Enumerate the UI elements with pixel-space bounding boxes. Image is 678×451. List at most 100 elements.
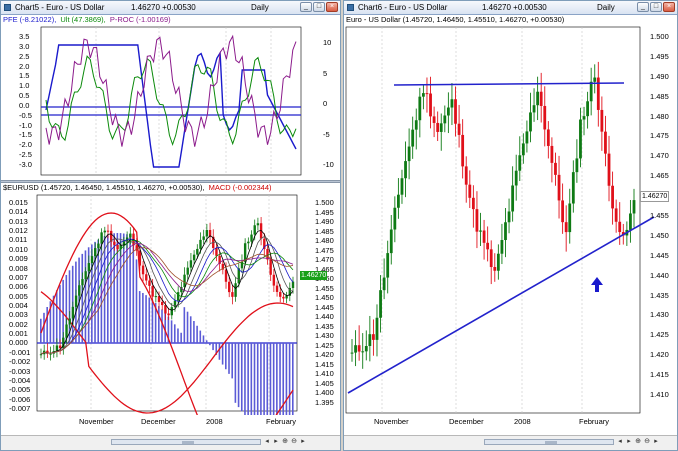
price-candle-body [138,250,142,266]
axis-tick-label: -0.003 [9,366,31,376]
right-scrollbar[interactable] [484,439,614,445]
price-candle-body [407,146,411,162]
left-title-bar[interactable]: Chart5 - Euro - US Dollar 1.46270 +0.005… [1,1,340,15]
scroll-right-icon[interactable]: ▸ [625,438,633,446]
price-candle-body [586,101,589,117]
axis-tick-label: 1.400 [315,388,334,398]
price-candle-body [618,221,622,233]
axis-tick-label: 1.500 [315,198,334,207]
macd-histogram-bar [212,343,214,351]
left-date-axis: November December 2008 February [1,416,340,428]
axis-tick-label: -0.006 [9,394,31,404]
price-candle-body [84,271,87,280]
scroll-end-icon[interactable]: ▸ [652,438,660,446]
macd-histogram-bar [189,316,192,343]
axis-tick-label: 1.410 [650,390,669,399]
zoom-out-icon[interactable]: ⊖ [643,438,651,446]
price-candle-body [106,230,110,232]
price-candle-body [90,256,94,264]
right-window-period: Daily [597,3,615,12]
price-candle-body [58,345,62,349]
price-candle-body [145,274,148,281]
macd-histogram-bar [234,343,237,403]
price-candle-body [350,352,354,354]
axis-tick-label: 1.455 [650,211,669,220]
price-candle-body [243,243,247,262]
axis-tick-label: -0.007 [9,404,31,413]
axis-tick-label: -0.005 [9,385,31,395]
macd-histogram-bar [266,343,269,415]
main-price-panel[interactable]: Euro - US Dollar (1.45720, 1.46450, 1.45… [344,15,677,416]
date-axis-label: November [374,417,409,426]
price-candle-body [471,197,475,210]
minimize-icon[interactable]: _ [637,2,649,12]
maximize-icon[interactable]: □ [313,2,325,12]
macd-histogram-bar [256,343,259,415]
macd-histogram-bar [263,343,265,415]
price-candle-body [129,233,132,238]
scroll-left-icon[interactable]: ◂ [263,438,271,446]
maximize-icon[interactable]: □ [650,2,662,12]
price-candle-body [404,161,407,179]
left-scrollbar[interactable] [111,439,261,445]
price-candle-body [593,77,597,82]
macd-histogram-bar [240,343,243,412]
macd-histogram-bar [129,235,131,343]
close-icon[interactable]: × [326,2,338,12]
zoom-in-icon[interactable]: ⊕ [281,438,289,446]
macd-histogram-bar [285,343,288,415]
axis-tick-label: -10 [323,160,334,169]
macd-histogram-bar [218,343,221,360]
price-candle-body [231,292,234,297]
axis-tick-label: 1.445 [315,302,334,312]
price-candle-body [199,239,202,249]
right-window-price: 1.46270 +0.00530 [482,3,547,12]
axis-tick-label: 1.405 [315,378,334,388]
axis-tick-label: 1.430 [315,331,334,341]
scroll-left-icon[interactable]: ◂ [616,438,624,446]
macd-histogram-bar [100,237,103,343]
price-candle-body [464,166,468,185]
axis-tick-label: -0.5 [19,110,32,120]
oscillator-panel[interactable]: PFE (-8.21022), Ult (47.3869), P-ROC (-1.00… [1,15,340,180]
axis-tick-label: 1.495 [650,51,669,61]
price-candle-body [557,174,561,201]
axis-tick-label: 0.006 [9,282,28,292]
axis-tick-label: 1.480 [315,236,334,246]
zoom-in-icon[interactable]: ⊕ [634,438,642,446]
price-candle-body [375,317,379,340]
macd-histogram-bar [132,236,135,343]
left-scroll-thumb[interactable] [182,441,194,444]
left-window-period: Daily [251,3,269,12]
right-title-bar[interactable]: Chart6 - Euro - US Dollar 1.46270 +0.005… [344,1,677,15]
minimize-icon[interactable]: _ [300,2,312,12]
macd-histogram-bar [205,340,208,343]
price-candle-body [479,230,482,232]
zoom-out-icon[interactable]: ⊖ [290,438,298,446]
macd-histogram-bar [228,343,230,374]
price-candle-body [285,295,288,299]
price-candle-body [74,295,78,307]
price-candle-body [272,274,276,286]
price-candle-body [486,242,490,250]
price-candle-body [550,145,554,163]
price-candle-body [247,241,250,244]
date-axis-label: 2008 [514,417,531,426]
price-candle-body [250,234,253,242]
price-macd-panel[interactable]: $EURUSD (1.45720, 1.46450, 1.45510, 1.462… [1,183,340,415]
macd-histogram-bar [170,320,173,343]
macd-histogram-bar [209,343,211,346]
right-scroll-thumb[interactable] [545,441,557,444]
scroll-right-icon[interactable]: ▸ [272,438,280,446]
axis-tick-label: 2.5 [19,51,30,61]
close-icon[interactable]: × [663,2,675,12]
scroll-end-icon[interactable]: ▸ [299,438,307,446]
axis-tick-label: 1.410 [315,369,334,379]
axis-tick-label: 1.495 [315,207,334,217]
price-candle-body [632,200,636,214]
macd-histogram-bar [199,330,202,343]
price-candle-body [186,267,189,275]
axis-tick-label: -5 [323,129,330,139]
axis-tick-label: -0.002 [9,357,31,367]
axis-tick-label: 1.445 [650,250,669,260]
